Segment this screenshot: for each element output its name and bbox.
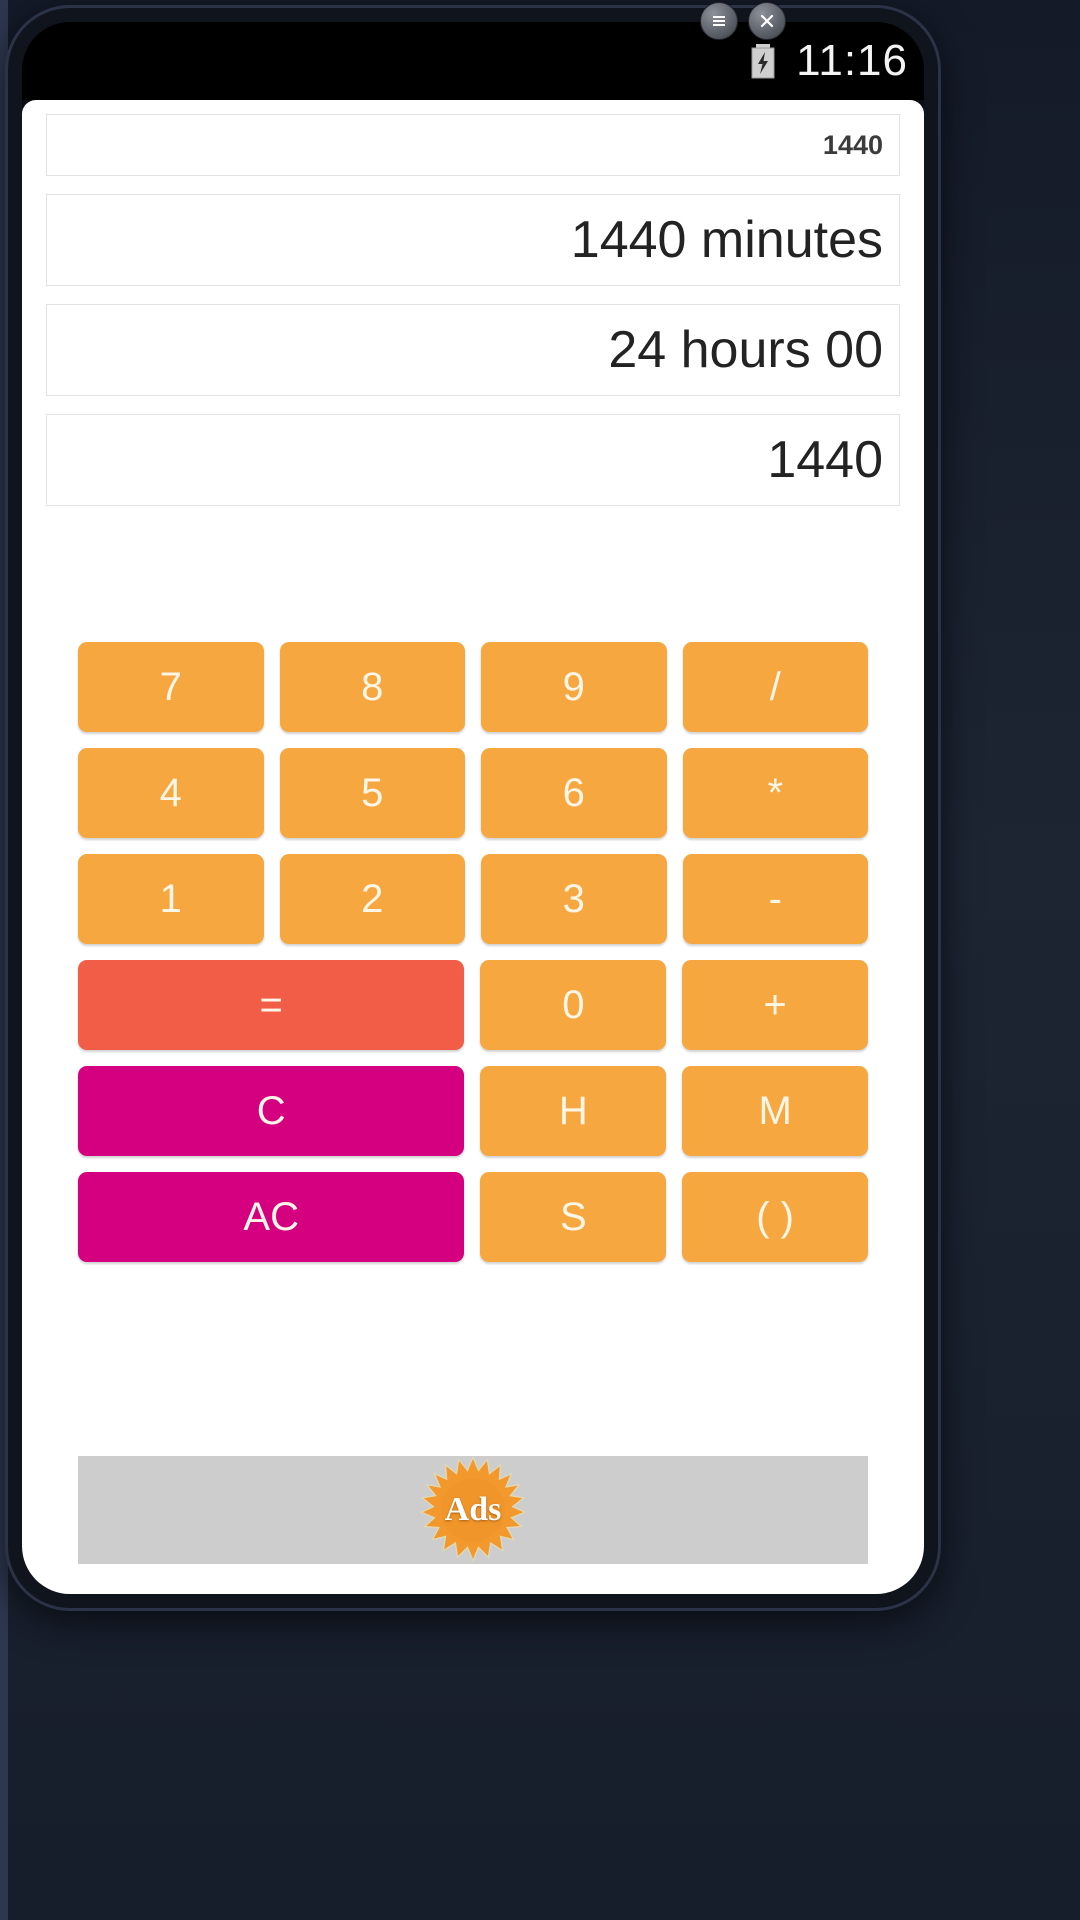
ad-area: Ads (22, 1455, 924, 1594)
minutes-result-field[interactable]: 1440 minutes (46, 194, 900, 286)
key-8[interactable]: 8 (279, 642, 465, 732)
battery-charging-icon (748, 42, 778, 80)
android-status-bar: 11:16 (22, 22, 924, 100)
key-seconds[interactable]: S (480, 1172, 667, 1262)
close-icon (760, 14, 774, 28)
keypad-row: 1 2 3 - (78, 854, 868, 944)
phone-device-frame: 11:16 1440 1440 minutes 24 hours 00 1440… (8, 8, 938, 1608)
key-7[interactable]: 7 (78, 642, 264, 732)
key-3[interactable]: 3 (481, 854, 667, 944)
key-hours[interactable]: H (480, 1066, 667, 1156)
key-2[interactable]: 2 (279, 854, 465, 944)
keypad-row: = 0 + (78, 960, 868, 1050)
menu-button[interactable] (700, 2, 738, 40)
key-minutes[interactable]: M (682, 1066, 868, 1156)
key-minus[interactable]: - (682, 854, 868, 944)
desktop-edge (0, 0, 8, 1920)
ads-badge[interactable]: Ads (418, 1455, 528, 1565)
key-5[interactable]: 5 (279, 748, 465, 838)
keypad: 7 8 9 / 4 5 6 * 1 2 3 - = 0 + C H M AC S… (22, 642, 924, 1262)
keypad-row: 4 5 6 * (78, 748, 868, 838)
key-multiply[interactable]: * (682, 748, 868, 838)
seconds-result-field[interactable]: 1440 (46, 414, 900, 506)
keypad-row: AC S ( ) (78, 1172, 868, 1262)
keypad-row: 7 8 9 / (78, 642, 868, 732)
key-4[interactable]: 4 (78, 748, 264, 838)
status-clock: 11:16 (796, 36, 908, 85)
key-9[interactable]: 9 (481, 642, 667, 732)
display-area: 1440 1440 minutes 24 hours 00 1440 (22, 100, 924, 524)
ad-banner[interactable]: Ads (78, 1455, 868, 1565)
key-equals[interactable]: = (78, 960, 465, 1050)
expression-field[interactable]: 1440 (46, 114, 900, 176)
key-6[interactable]: 6 (481, 748, 667, 838)
keypad-row: C H M (78, 1066, 868, 1156)
key-parentheses[interactable]: ( ) (682, 1172, 868, 1262)
key-plus[interactable]: + (682, 960, 868, 1050)
key-0[interactable]: 0 (480, 960, 667, 1050)
key-clear[interactable]: C (78, 1066, 465, 1156)
key-all-clear[interactable]: AC (78, 1172, 465, 1262)
window-controls (700, 2, 786, 40)
hours-result-field[interactable]: 24 hours 00 (46, 304, 900, 396)
key-divide[interactable]: / (682, 642, 868, 732)
close-button[interactable] (748, 2, 786, 40)
calculator-app: 1440 1440 minutes 24 hours 00 1440 7 8 9… (22, 100, 924, 1594)
desktop-backdrop: 11:16 1440 1440 minutes 24 hours 00 1440… (0, 0, 1080, 1920)
ads-label: Ads (444, 1491, 502, 1528)
menu-icon (713, 16, 725, 26)
key-1[interactable]: 1 (78, 854, 264, 944)
